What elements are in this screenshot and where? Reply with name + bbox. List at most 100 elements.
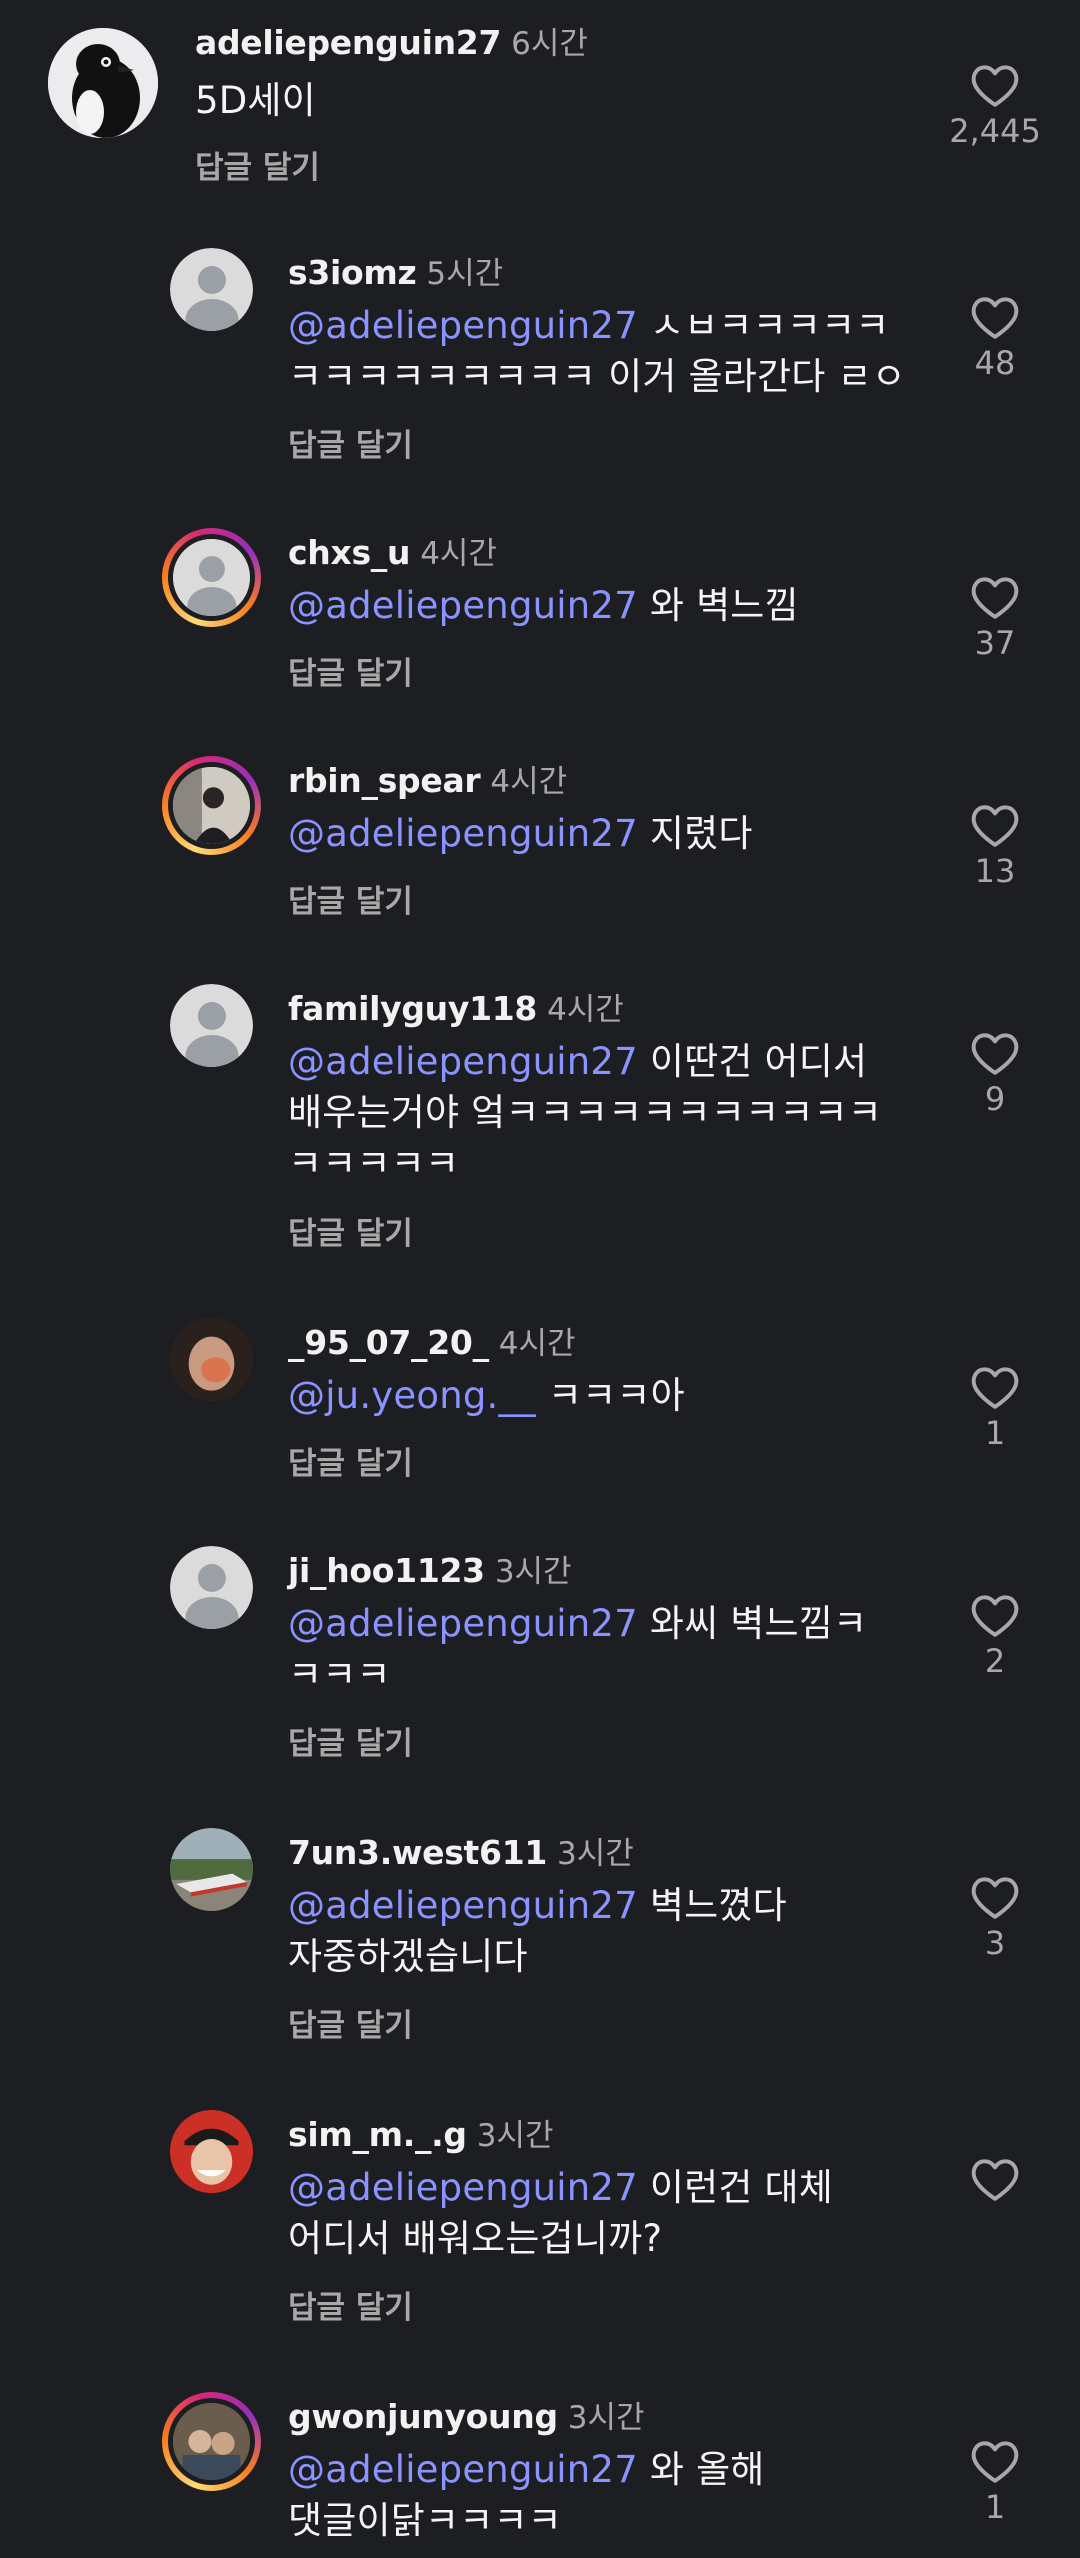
heart-icon <box>971 1877 1019 1919</box>
avatar[interactable] <box>170 1318 253 1401</box>
username[interactable]: 7un3.west611 <box>288 1833 547 1872</box>
mention-link[interactable]: @adeliepenguin27 <box>288 1040 638 1083</box>
avatar[interactable] <box>162 528 261 627</box>
comment-text: @adeliepenguin27 이딴건 어디서 배우는거야 엌ㅋㅋㅋㅋㅋㅋㅋㅋ… <box>288 1036 882 1189</box>
comment-header: _95_07_20_ 4시간 <box>288 1318 576 1363</box>
username[interactable]: sim_m._.g <box>288 2115 467 2154</box>
comment-text: @adeliepenguin27 벽느꼈다 자중하겠습니다 <box>288 1880 787 1982</box>
username[interactable]: adeliepenguin27 <box>195 23 501 62</box>
avatar[interactable] <box>170 248 253 331</box>
avatar[interactable] <box>170 1828 253 1911</box>
default-avatar-icon <box>170 984 253 1067</box>
like-button[interactable]: 3 <box>935 1874 1055 1962</box>
heart-icon <box>971 1367 1019 1409</box>
comment-text-line: ㅋㅋㅋㅋㅋ <box>288 1142 460 1185</box>
like-count: 48 <box>974 344 1016 382</box>
timestamp: 4시간 <box>547 992 624 1028</box>
comment-text-line: ㅋㅋㅋ <box>288 1653 391 1696</box>
like-count: 13 <box>974 852 1016 890</box>
avatar[interactable] <box>162 2392 261 2491</box>
comment-text-line: ㅋㅋㅋㅋㅋㅋㅋㅋㅋ 이거 올라간다 ㄹㅇ <box>288 355 906 398</box>
timestamp: 3시간 <box>557 1836 634 1872</box>
reply-button[interactable]: 답글 달기 <box>288 420 413 465</box>
timestamp: 5시간 <box>426 256 504 292</box>
like-count: 2,445 <box>949 112 1041 150</box>
profile-photo <box>170 2110 253 2193</box>
mention-link[interactable]: @adeliepenguin27 <box>288 2448 638 2491</box>
avatar[interactable] <box>170 2110 253 2193</box>
comment-header: familyguy118 4시간 <box>288 984 624 1029</box>
like-button[interactable]: 37 <box>935 574 1055 662</box>
like-button[interactable] <box>935 2156 1055 2206</box>
like-button[interactable]: 1 <box>935 2438 1055 2526</box>
like-button[interactable]: 1 <box>935 1364 1055 1452</box>
comment-text-line: 배우는거야 엌ㅋㅋㅋㅋㅋㅋㅋㅋㅋㅋㅋ <box>288 1091 883 1134</box>
reply-button[interactable]: 답글 달기 <box>288 2000 413 2045</box>
timestamp: 4시간 <box>498 1326 576 1362</box>
like-count: 1 <box>984 1414 1006 1452</box>
mention-link[interactable]: @adeliepenguin27 <box>288 1602 638 1645</box>
username[interactable]: ji_hoo1123 <box>288 1551 485 1590</box>
avatar[interactable] <box>162 756 261 855</box>
mention-link[interactable]: @adeliepenguin27 <box>288 1884 638 1927</box>
mention-link[interactable]: @adeliepenguin27 <box>288 304 638 347</box>
profile-photo <box>170 1318 253 1401</box>
comment-text: @adeliepenguin27 와씨 벽느낌ㅋ ㅋㅋㅋ <box>288 1598 867 1700</box>
like-button[interactable]: 13 <box>935 802 1055 890</box>
like-count: 2 <box>984 1642 1006 1680</box>
mention-link[interactable]: @ju.yeong.__ <box>288 1374 536 1417</box>
heart-icon <box>971 65 1019 107</box>
comment-text: @adeliepenguin27 이런건 대체 어디서 배워오는겁니까? <box>288 2162 833 2264</box>
like-button[interactable]: 2 <box>935 1592 1055 1680</box>
username[interactable]: gwonjunyoung <box>288 2397 558 2436</box>
comment-text: @adeliepenguin27 ㅅㅂㅋㅋㅋㅋㅋ ㅋㅋㅋㅋㅋㅋㅋㅋㅋ 이거 올라… <box>288 300 906 402</box>
reply-button[interactable]: 답글 달기 <box>195 142 320 187</box>
heart-icon <box>971 297 1019 339</box>
username[interactable]: chxs_u <box>288 533 410 572</box>
username[interactable]: s3iomz <box>288 253 417 292</box>
like-button[interactable]: 9 <box>935 1030 1055 1118</box>
comment-text-line: 와씨 벽느낌ㅋ <box>637 1602 868 1645</box>
avatar[interactable] <box>170 1546 253 1629</box>
username[interactable]: rbin_spear <box>288 761 481 800</box>
reply-button[interactable]: 답글 달기 <box>288 1718 413 1763</box>
like-button[interactable]: 48 <box>935 294 1055 382</box>
reply-button[interactable]: 답글 달기 <box>288 648 413 693</box>
default-avatar-icon <box>170 1546 253 1629</box>
mention-link[interactable]: @adeliepenguin27 <box>288 584 638 627</box>
mention-link[interactable]: @adeliepenguin27 <box>288 812 638 855</box>
like-count: 3 <box>984 1924 1006 1962</box>
heart-icon <box>971 2159 1019 2201</box>
comment-text: 5D세이 <box>195 75 316 126</box>
username[interactable]: _95_07_20_ <box>288 1323 489 1362</box>
avatar[interactable] <box>170 984 253 1067</box>
comment-text-line: 벽느꼈다 <box>637 1884 787 1927</box>
heart-icon <box>971 1033 1019 1075</box>
default-avatar-icon <box>170 248 253 331</box>
heart-icon <box>971 805 1019 847</box>
reply-button[interactable]: 답글 달기 <box>288 1208 413 1253</box>
profile-photo <box>173 2403 250 2480</box>
penguin-avatar-image <box>48 28 158 138</box>
heart-icon <box>971 1595 1019 1637</box>
comment-header: gwonjunyoung 3시간 <box>288 2392 645 2437</box>
timestamp: 4시간 <box>490 764 568 800</box>
like-count: 1 <box>984 2488 1006 2526</box>
like-count: 37 <box>974 624 1016 662</box>
heart-icon <box>971 577 1019 619</box>
comment-header: 7un3.west611 3시간 <box>288 1828 634 1873</box>
comment-text: @ju.yeong.__ ㅋㅋㅋ아 <box>288 1370 685 1421</box>
comment-text-line: ㅋㅋㅋ아 <box>535 1374 685 1417</box>
reply-button[interactable]: 답글 달기 <box>288 2282 413 2327</box>
like-button[interactable]: 2,445 <box>935 62 1055 150</box>
default-avatar-icon <box>173 539 250 616</box>
comment-header: rbin_spear 4시간 <box>288 756 567 801</box>
comment-text-line: 이런건 대체 <box>637 2166 834 2209</box>
comment-text: @adeliepenguin27 와 올해 댓글이닭ㅋㅋㅋㅋ <box>288 2444 765 2546</box>
timestamp: 4시간 <box>420 536 497 572</box>
reply-button[interactable]: 답글 달기 <box>288 876 413 921</box>
avatar[interactable] <box>48 28 158 138</box>
mention-link[interactable]: @adeliepenguin27 <box>288 2166 638 2209</box>
username[interactable]: familyguy118 <box>288 989 537 1028</box>
reply-button[interactable]: 답글 달기 <box>288 1438 413 1483</box>
